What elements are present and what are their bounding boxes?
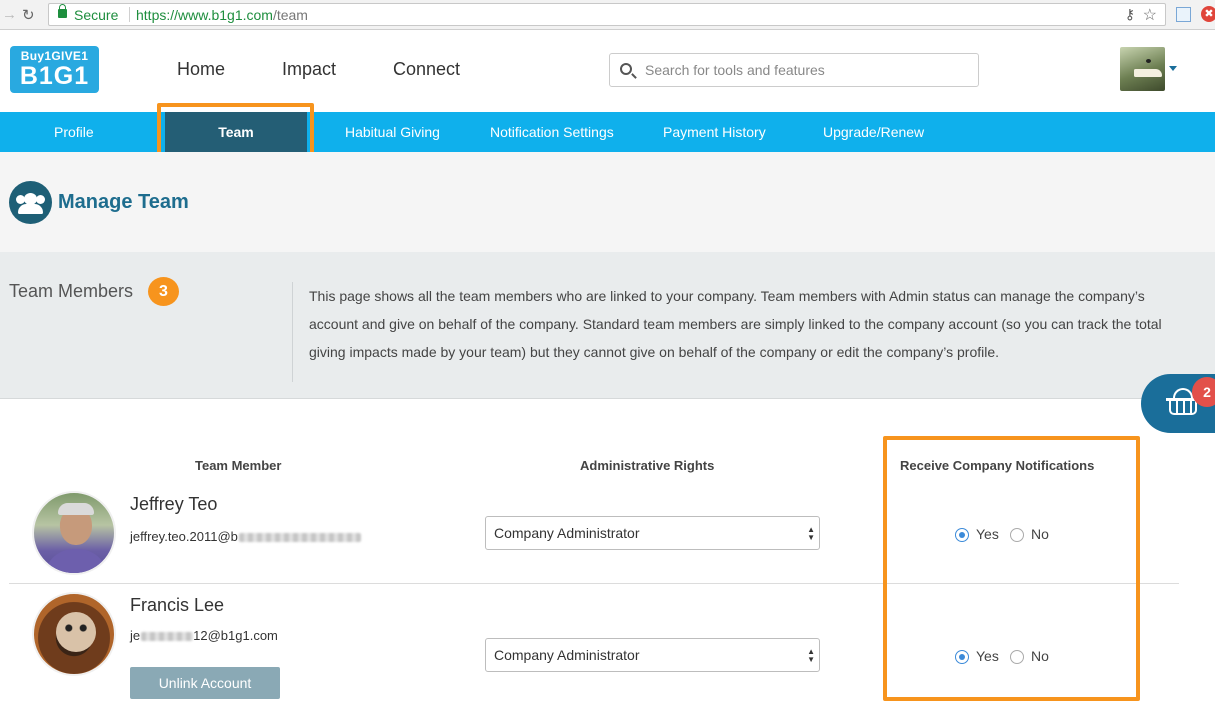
- page-title: Manage Team: [58, 191, 189, 213]
- select-arrows-icon: ▲ ▼: [807, 525, 815, 542]
- column-header-notifications: Receive Company Notifications: [900, 458, 1095, 473]
- tab-habitual-giving[interactable]: Habitual Giving: [345, 124, 440, 140]
- address-bar[interactable]: Secure https://www.b1g1.com/team ⚷ ☆: [48, 3, 1166, 26]
- tab-profile[interactable]: Profile: [54, 124, 94, 140]
- logo-line1: Buy1GIVE1: [20, 49, 89, 63]
- admin-rights-select[interactable]: Company Administrator ▲ ▼: [485, 516, 820, 550]
- cart-count-badge: 2: [1192, 377, 1215, 407]
- avatar-eyes: [64, 624, 88, 632]
- email-visible-start: je: [130, 628, 141, 643]
- search-icon: [620, 63, 632, 75]
- bookmark-star-icon[interactable]: ☆: [1143, 5, 1157, 25]
- back-arrow-icon[interactable]: →: [2, 6, 17, 23]
- member-name: Jeffrey Teo: [130, 494, 218, 514]
- column-header-member: Team Member: [195, 458, 282, 473]
- tab-team[interactable]: Team: [165, 112, 307, 152]
- page-description: This page shows all the team members who…: [309, 288, 1162, 360]
- reload-icon[interactable]: ↻: [22, 6, 35, 24]
- browser-toolbar: → ↻ Secure https://www.b1g1.com/team ⚷ ☆…: [0, 0, 1215, 30]
- tab-upgrade-renew[interactable]: Upgrade/Renew: [823, 124, 924, 140]
- row-divider: [9, 583, 1179, 584]
- url-text: https://www.b1g1.com/team: [136, 7, 308, 23]
- members-count-badge: 3: [148, 277, 179, 306]
- address-separator: [129, 7, 130, 22]
- notify-no-label[interactable]: No: [1031, 648, 1049, 664]
- lock-icon: [58, 4, 67, 18]
- redacted-email-segment: [238, 533, 361, 543]
- nav-connect[interactable]: Connect: [393, 59, 460, 80]
- admin-rights-value: Company Administrator: [494, 525, 640, 541]
- avatar-face: [56, 612, 96, 652]
- user-avatar[interactable]: [1120, 47, 1165, 91]
- url-path: /team: [272, 7, 308, 23]
- avatar-cap: [58, 503, 94, 515]
- admin-rights-value: Company Administrator: [494, 647, 640, 663]
- notify-yes-radio[interactable]: [955, 528, 969, 542]
- email-visible-end: 12@b1g1.com: [193, 628, 278, 643]
- search-input[interactable]: [645, 60, 965, 80]
- info-divider: [292, 282, 293, 382]
- member-avatar: [32, 592, 116, 676]
- notify-no-radio[interactable]: [1010, 528, 1024, 542]
- team-icon-body: [18, 204, 43, 214]
- extension-badge-icon[interactable]: ✖: [1201, 6, 1215, 22]
- avatar-jaw: [1134, 69, 1162, 77]
- b1g1-logo[interactable]: Buy1GIVE1 B1G1: [10, 46, 99, 93]
- search-box: [609, 53, 979, 87]
- notify-no-label[interactable]: No: [1031, 526, 1049, 542]
- select-arrows-icon: ▲ ▼: [807, 647, 815, 664]
- extension-icon[interactable]: [1176, 7, 1191, 22]
- tab-payment-history[interactable]: Payment History: [663, 124, 766, 140]
- key-icon[interactable]: ⚷: [1125, 6, 1135, 23]
- tab-notification-settings[interactable]: Notification Settings: [490, 124, 614, 140]
- logo-line2: B1G1: [19, 62, 90, 90]
- notify-yes-label[interactable]: Yes: [976, 526, 999, 542]
- nav-impact[interactable]: Impact: [282, 59, 336, 80]
- avatar-shirt: [44, 549, 108, 573]
- unlink-account-button[interactable]: Unlink Account: [130, 667, 280, 699]
- chevron-down-icon[interactable]: [1169, 66, 1177, 71]
- url-host: https://www.b1g1.com: [136, 7, 273, 23]
- team-icon: [9, 181, 52, 224]
- nav-home[interactable]: Home: [177, 59, 225, 80]
- member-name: Francis Lee: [130, 595, 225, 615]
- redacted-email-segment: [141, 632, 194, 642]
- notify-no-radio[interactable]: [1010, 650, 1024, 664]
- email-visible-start: jeffrey.teo.2011@b: [130, 529, 238, 544]
- notify-yes-radio[interactable]: [955, 650, 969, 664]
- column-header-rights: Administrative Rights: [580, 458, 715, 473]
- secure-label: Secure: [74, 7, 119, 23]
- admin-rights-select[interactable]: Company Administrator ▲ ▼: [485, 638, 820, 672]
- team-icon-person-right: [36, 195, 45, 204]
- member-avatar: [32, 491, 116, 575]
- avatar-eye: [1146, 59, 1151, 63]
- team-members-label: Team Members: [9, 281, 134, 301]
- basket-icon: [1169, 398, 1197, 415]
- tab-team-label: Team: [218, 124, 254, 140]
- notify-yes-label[interactable]: Yes: [976, 648, 999, 664]
- member-email: je 12@b1g1.com: [130, 628, 278, 643]
- member-email: jeffrey.teo.2011@b: [130, 529, 361, 544]
